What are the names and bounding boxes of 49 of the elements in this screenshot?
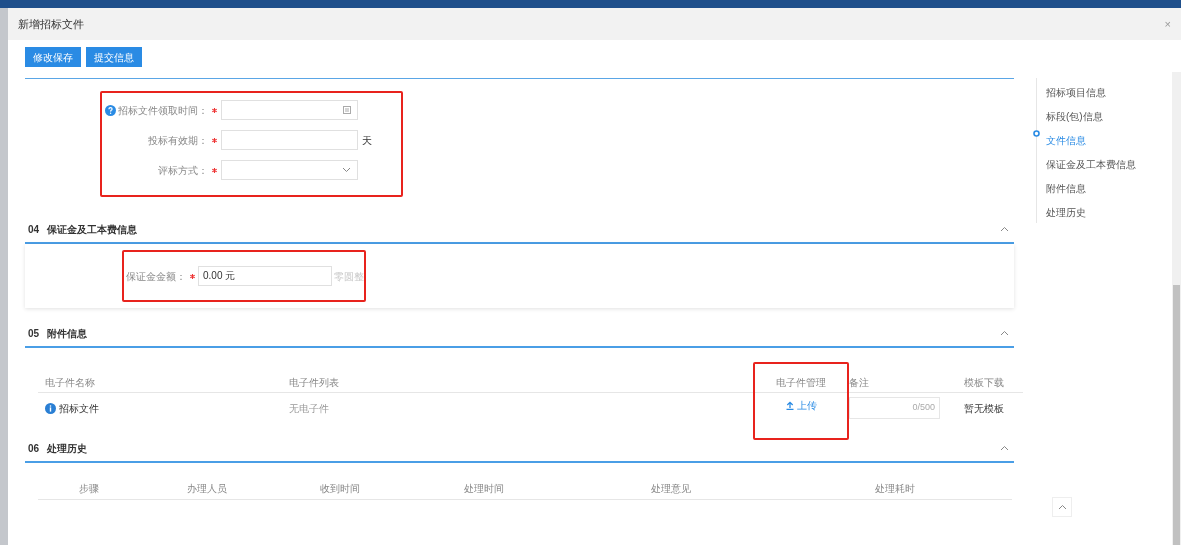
column-header: 电子件名称 — [45, 375, 95, 390]
column-header: 电子件管理 — [776, 375, 826, 390]
field-label: 招标文件领取时间： — [118, 103, 208, 118]
field-label: 保证金金额： — [126, 269, 187, 284]
column-header: 处理意见 — [650, 482, 691, 496]
input-field[interactable] — [221, 130, 358, 150]
table-cell-text: 暂无模板 — [964, 401, 1004, 416]
select-field[interactable] — [221, 160, 358, 180]
dialog-title: 新增招标文件 — [18, 16, 84, 32]
column-header: 电子件列表 — [289, 375, 339, 390]
section-title: 处理历史 — [47, 441, 88, 456]
help-icon[interactable] — [105, 104, 116, 116]
nav-link[interactable]: 处理历史 — [1046, 207, 1086, 218]
nav-link[interactable]: 附件信息 — [1046, 183, 1086, 194]
calendar-icon — [343, 106, 351, 114]
column-header: 步骤 — [78, 482, 99, 496]
section-number: 04 — [28, 222, 40, 237]
caret-up-icon — [1057, 504, 1067, 510]
chevron-up-icon[interactable] — [1000, 445, 1009, 451]
column-header: 处理时间 — [464, 482, 504, 496]
scrollbar[interactable] — [1172, 72, 1181, 545]
chevron-up-icon[interactable] — [1000, 226, 1009, 232]
nav-link[interactable]: 招标项目信息 — [1046, 87, 1106, 98]
section-title: 附件信息 — [47, 326, 88, 341]
column-header: 备注 — [849, 375, 869, 390]
field-label: 评标方式： — [158, 163, 208, 178]
chevron-up-icon[interactable] — [1000, 330, 1009, 336]
amount-field[interactable]: 0.00 元 — [198, 266, 332, 286]
info-icon — [45, 402, 56, 414]
table-cell-text: 招标文件 — [59, 401, 99, 416]
chevron-down-icon[interactable] — [342, 167, 351, 173]
upload-icon — [785, 401, 794, 410]
column-header: 模板下载 — [964, 375, 1004, 390]
table-cell-text: 无电子件 — [289, 401, 329, 416]
upload-button[interactable]: 上传 — [785, 398, 817, 413]
column-header: 处理耗时 — [875, 482, 915, 496]
nav-link[interactable]: 文件信息 — [1046, 135, 1086, 146]
date-field[interactable] — [221, 100, 358, 120]
nav-link[interactable]: 标段(包)信息 — [1046, 111, 1103, 122]
toolbar-button[interactable]: 提交信息 — [86, 47, 142, 67]
section-number: 06 — [28, 441, 40, 456]
unit-label: 天 — [362, 133, 372, 148]
toolbar-button[interactable]: 修改保存 — [25, 47, 81, 67]
section-number: 05 — [28, 326, 40, 341]
field-label: 投标有效期： — [148, 133, 208, 148]
section-title: 保证金及工本费信息 — [47, 222, 138, 237]
nav-link[interactable]: 保证金及工本费信息 — [1046, 159, 1136, 170]
column-header: 收到时间 — [320, 482, 360, 496]
column-header: 办理人员 — [187, 482, 227, 496]
